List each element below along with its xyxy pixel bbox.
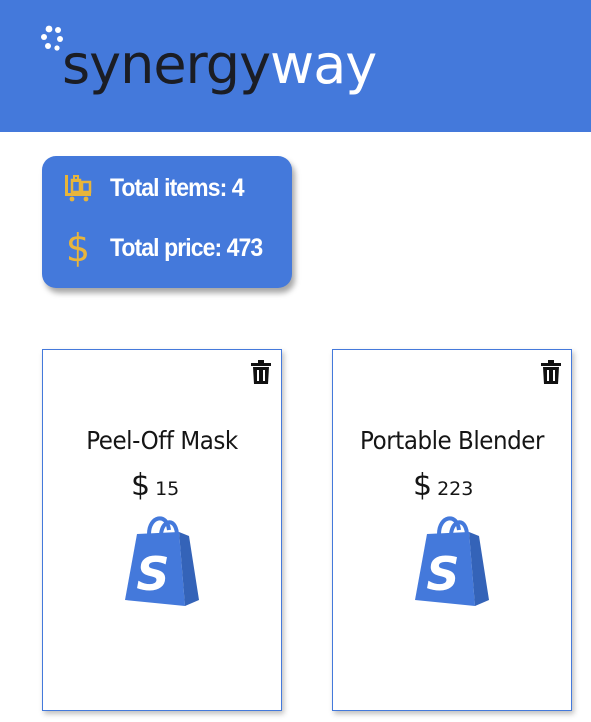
shopify-bag-icon: S [125, 516, 199, 606]
currency-symbol: $ [131, 468, 151, 503]
product-name: Peel-Off Mask [86, 426, 238, 455]
trash-icon[interactable] [541, 360, 561, 384]
currency-symbol: $ [413, 468, 433, 503]
luggage-cart-icon [60, 170, 96, 206]
svg-text:S: S [426, 547, 459, 601]
price-value: 15 [155, 478, 180, 500]
product-card: Peel-Off Mask $ 15 S [42, 349, 282, 711]
total-price-text: Total price: 473 [110, 233, 263, 262]
price-value: 223 [437, 478, 474, 500]
total-items-text: Total items: 4 [110, 173, 245, 202]
total-items-row: Total items: 4 [60, 170, 255, 206]
product-price: $ 15 [131, 468, 179, 503]
app-header: synergyway [0, 0, 591, 132]
product-name: Portable Blender [360, 426, 544, 455]
logo[interactable]: synergyway [62, 33, 377, 96]
cart-summary: Total items: 4 $ Total price: 473 [42, 156, 292, 288]
shopify-bag-icon: S [415, 516, 489, 606]
total-price-row: $ Total price: 473 [60, 226, 276, 270]
dollar-icon: $ [65, 226, 91, 270]
trash-icon[interactable] [251, 360, 271, 384]
product-price: $ 223 [413, 468, 473, 503]
logo-text-synergy: synergy [62, 33, 271, 96]
svg-text:S: S [136, 547, 169, 601]
logo-text-way: way [270, 33, 377, 96]
product-card: Portable Blender $ 223 S [332, 349, 572, 711]
